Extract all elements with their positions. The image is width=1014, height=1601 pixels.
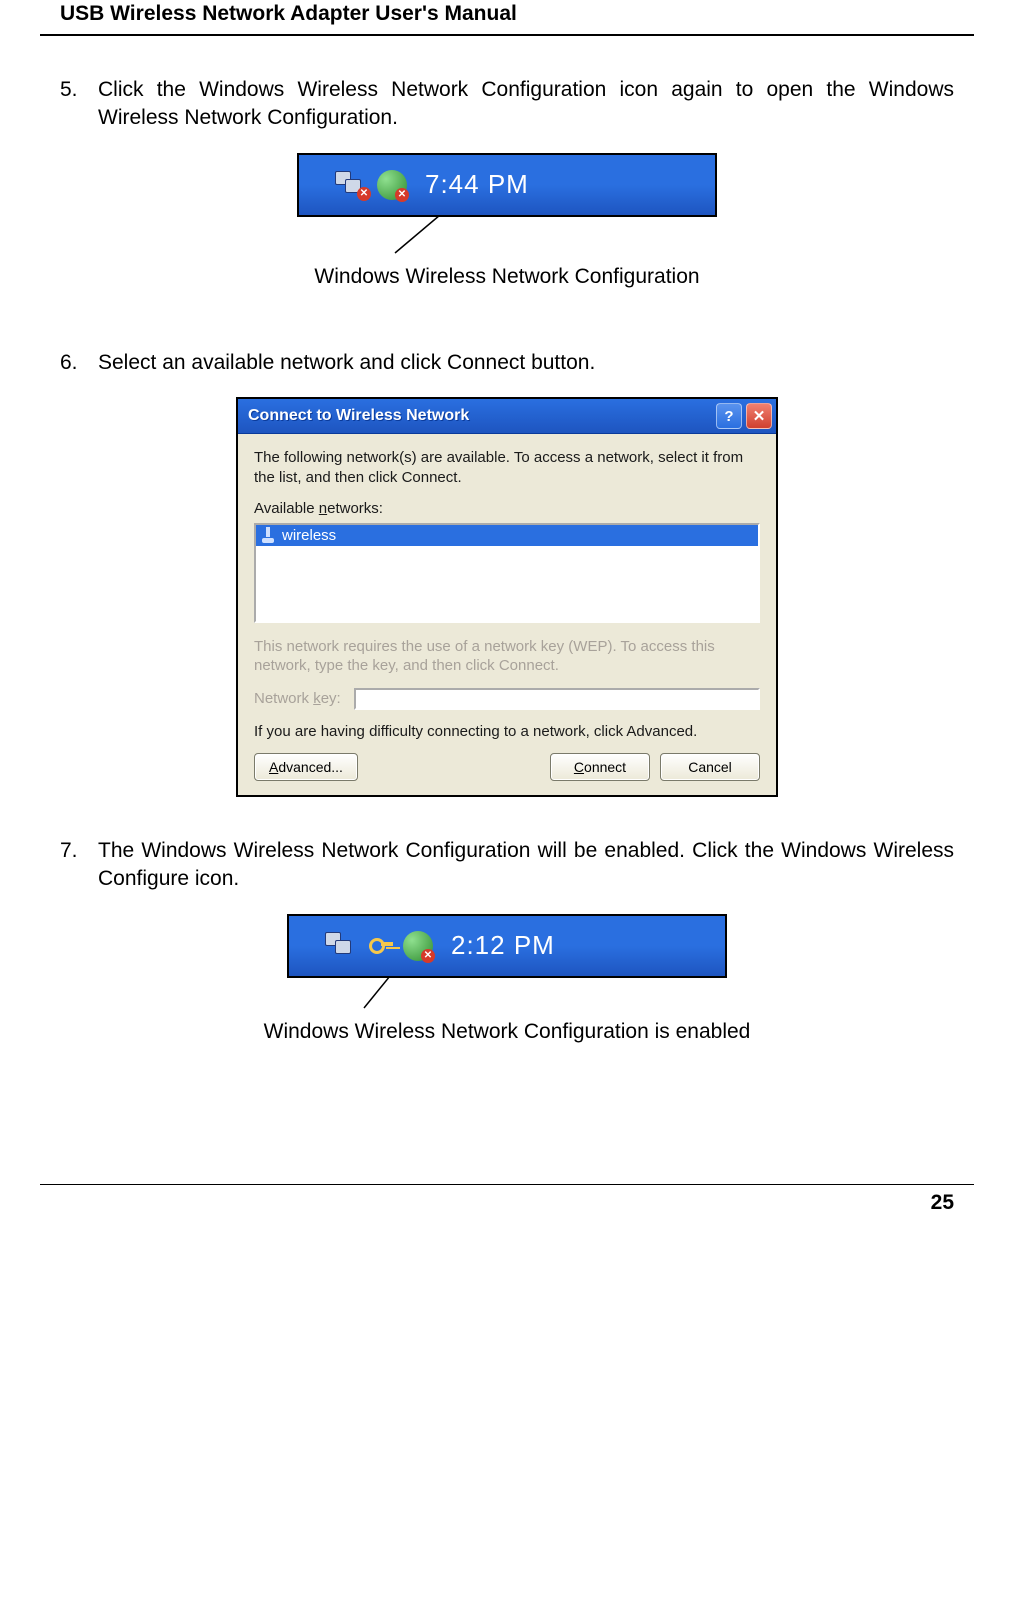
taskbar-tray-2: ✕ 2:12 PM <box>287 914 727 978</box>
step-6-number: 6. <box>60 349 98 377</box>
x-badge-icon: ✕ <box>421 949 435 963</box>
available-networks-listbox[interactable]: wireless <box>254 523 760 623</box>
figure-1-caption: Windows Wireless Network Configuration <box>60 265 954 289</box>
page-number: 25 <box>931 1191 954 1214</box>
taskbar-clock-2: 2:12 PM <box>451 930 555 961</box>
dialog-title: Connect to Wireless Network <box>248 407 712 425</box>
step-5: 5. Click the Windows Wireless Network Co… <box>60 76 954 133</box>
x-badge-icon: ✕ <box>395 188 409 202</box>
callout-line-1 <box>390 215 450 255</box>
close-button[interactable]: ✕ <box>746 403 772 429</box>
step-7-number: 7. <box>60 837 98 894</box>
dialog-titlebar[interactable]: Connect to Wireless Network ? ✕ <box>238 399 776 434</box>
step-7-text: The Windows Wireless Network Configurati… <box>98 837 954 894</box>
wireless-config-icon[interactable]: ✕ <box>377 170 407 200</box>
figure-2: ✕ 2:12 PM <box>60 914 954 1010</box>
antenna-icon <box>262 527 274 543</box>
network-key-label: Network key: <box>254 690 344 707</box>
available-networks-label: Available networks: <box>254 500 383 517</box>
page-footer: 25 <box>40 1184 974 1215</box>
cancel-button[interactable]: Cancel <box>660 753 760 781</box>
difficulty-text: If you are having difficulty connecting … <box>254 722 760 742</box>
help-button[interactable]: ? <box>716 403 742 429</box>
figure-2-caption: Windows Wireless Network Configuration i… <box>60 1020 954 1044</box>
connect-wireless-dialog: Connect to Wireless Network ? ✕ The foll… <box>236 397 778 797</box>
wep-hint-text: This network requires the use of a netwo… <box>254 637 760 676</box>
taskbar-clock-1: 7:44 PM <box>425 169 529 200</box>
taskbar-tray-1: ✕ ✕ 7:44 PM <box>297 153 717 217</box>
header-title: USB Wireless Network Adapter User's Manu… <box>60 2 517 25</box>
dialog-intro-text: The following network(s) are available. … <box>254 448 760 487</box>
step-6: 6. Select an available network and click… <box>60 349 954 377</box>
step-5-text: Click the Windows Wireless Network Confi… <box>98 76 954 133</box>
advanced-button[interactable]: Advanced... <box>254 753 358 781</box>
step-7: 7. The Windows Wireless Network Configur… <box>60 837 954 894</box>
callout-line-2 <box>360 976 400 1010</box>
connect-button[interactable]: Connect <box>550 753 650 781</box>
network-disabled-icon[interactable]: ✕ <box>335 171 369 199</box>
network-key-input[interactable] <box>354 688 760 710</box>
network-list-item[interactable]: wireless <box>256 525 758 546</box>
keys-icon[interactable] <box>367 932 395 960</box>
network-icon[interactable] <box>325 932 359 960</box>
step-6-text: Select an available network and click Co… <box>98 349 954 377</box>
figure-1: ✕ ✕ 7:44 PM <box>60 153 954 255</box>
page-header: USB Wireless Network Adapter User's Manu… <box>40 0 974 36</box>
step-5-number: 5. <box>60 76 98 133</box>
wireless-config-enabled-icon[interactable]: ✕ <box>403 931 433 961</box>
x-badge-icon: ✕ <box>357 187 371 201</box>
network-name: wireless <box>282 527 336 544</box>
